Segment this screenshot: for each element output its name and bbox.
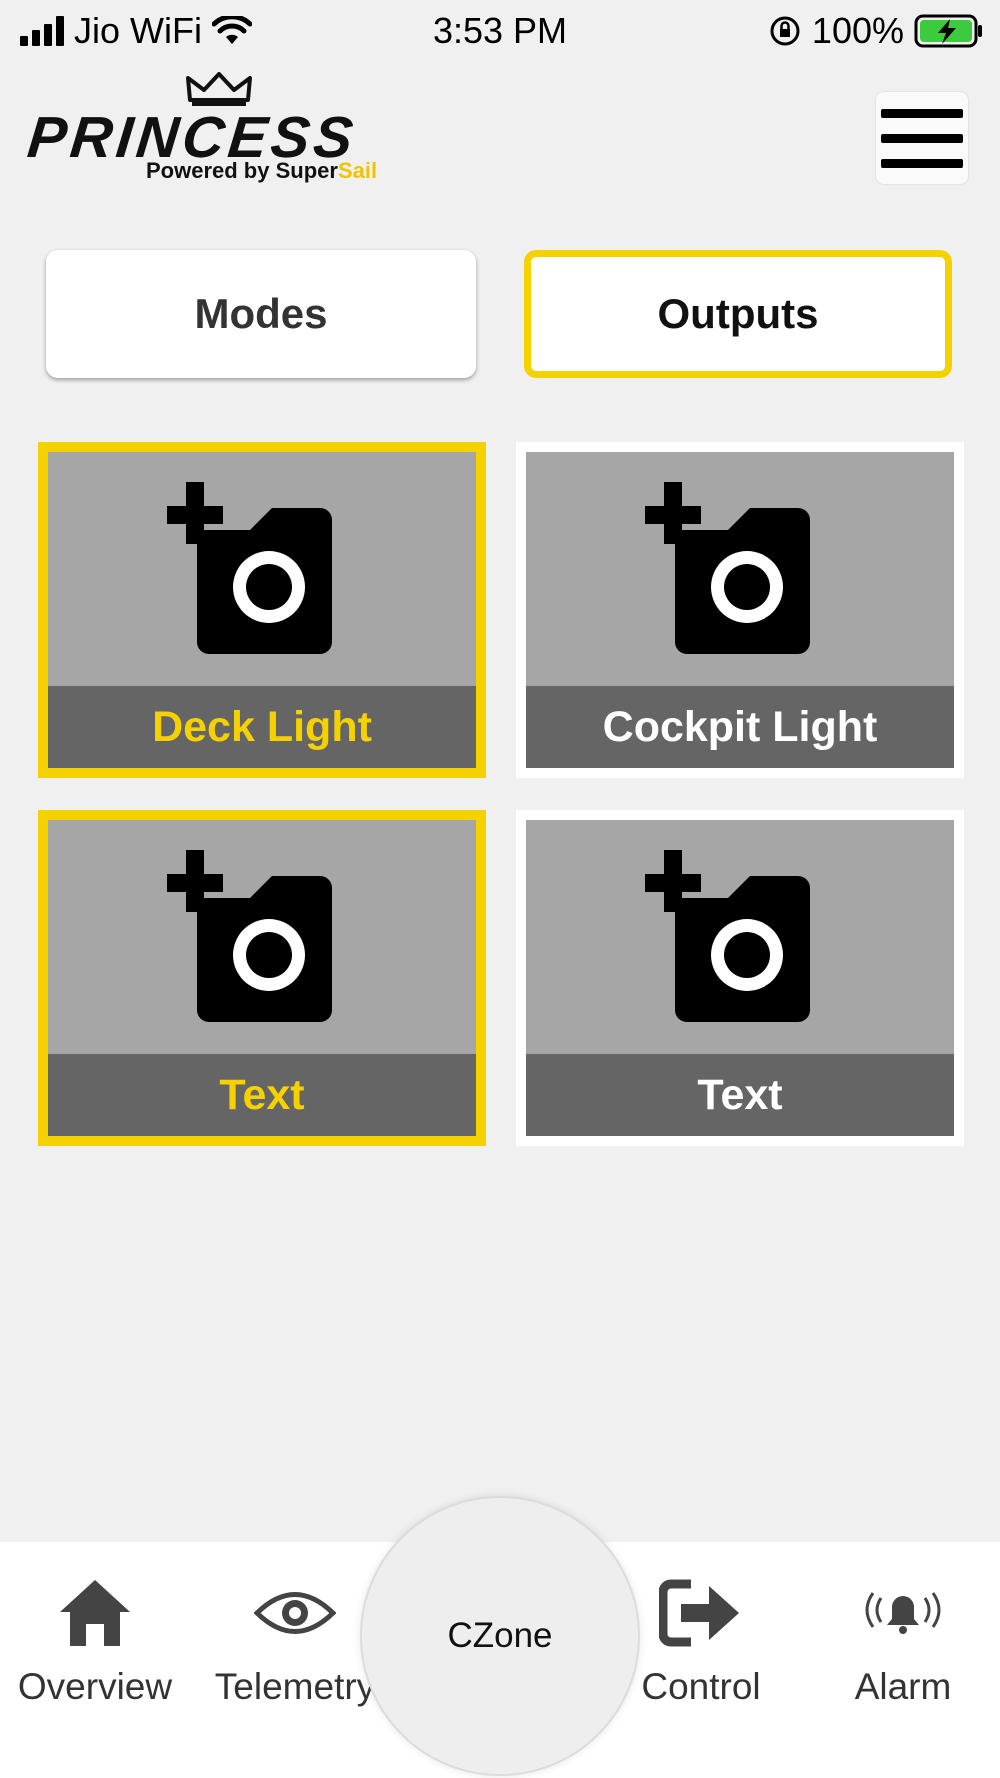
output-tile-text-1[interactable]: Text — [38, 810, 486, 1146]
tagline-accent: Sail — [337, 158, 378, 183]
output-tile-deck-light[interactable]: Deck Light — [38, 442, 486, 778]
tile-label: Cockpit Light — [526, 686, 954, 768]
tile-label: Text — [48, 1054, 476, 1136]
nav-overview-label: Overview — [17, 1666, 173, 1707]
add-photo-icon — [640, 850, 810, 1022]
tagline-prefix: Powered by Super — [146, 158, 338, 183]
czone-button[interactable]: CZone — [362, 1498, 638, 1774]
outputs-button[interactable]: Outputs — [524, 250, 952, 378]
alarm-bell-icon — [865, 1592, 941, 1634]
hamburger-menu-icon[interactable] — [876, 92, 968, 184]
nav-alarm-label: Alarm — [854, 1666, 952, 1707]
tile-label: Text — [526, 1054, 954, 1136]
nav-alarm[interactable]: Alarm — [808, 1570, 998, 1708]
add-photo-icon — [162, 482, 332, 654]
eye-icon — [254, 1592, 336, 1634]
add-photo-icon — [640, 482, 810, 654]
logo-tagline: Powered by SuperSail — [146, 158, 377, 184]
modes-button[interactable]: Modes — [46, 250, 476, 378]
crown-icon — [186, 72, 252, 106]
nav-control-label: Control — [641, 1666, 761, 1707]
status-right: 100% — [768, 10, 984, 52]
battery-percent: 100% — [811, 10, 904, 51]
nav-telemetry-label: Telemetry — [214, 1666, 376, 1707]
output-tile-text-2[interactable]: Text — [516, 810, 964, 1146]
nav-overview[interactable]: Overview — [0, 1570, 190, 1708]
princess-logo: PRINCESS Powered by SuperSail — [24, 70, 414, 190]
tile-label: Deck Light — [48, 686, 476, 768]
add-photo-icon — [162, 850, 332, 1022]
status-bar: Jio WiFi 3:53 PM 100% — [0, 0, 1000, 64]
orientation-lock-icon — [770, 16, 800, 46]
output-tile-cockpit-light[interactable]: Cockpit Light — [516, 442, 964, 778]
battery-charging-icon — [914, 14, 982, 48]
exit-arrow-icon — [659, 1579, 739, 1647]
home-icon — [60, 1580, 130, 1646]
